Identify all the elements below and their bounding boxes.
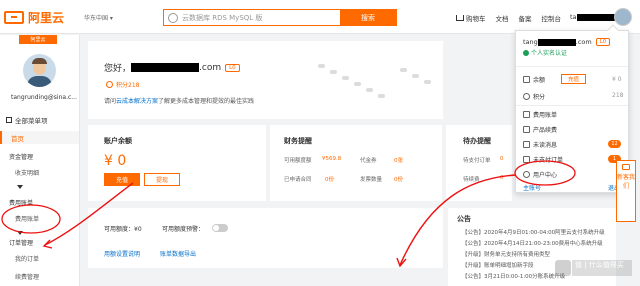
highlight-circle-user-center — [514, 160, 576, 186]
red-annotation-arrows — [1, 160, 576, 268]
highlight-circle-orders — [1, 204, 61, 234]
arrow-to-notice — [399, 174, 517, 266]
